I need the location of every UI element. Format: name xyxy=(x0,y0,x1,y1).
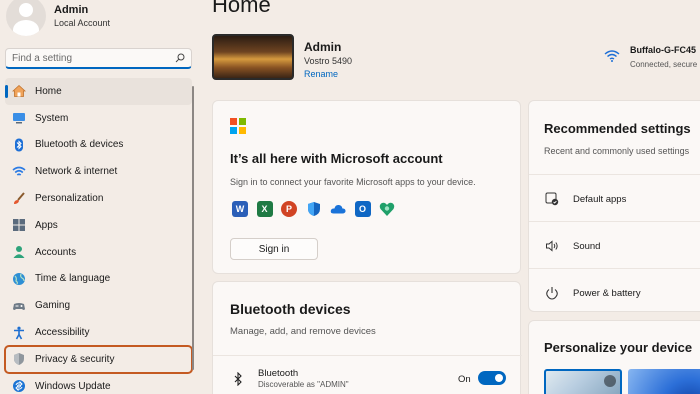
default-apps-icon xyxy=(545,192,559,206)
sidebar-item-label: Gaming xyxy=(35,300,71,312)
sidebar: Admin Local Account Home System Bl xyxy=(0,0,198,394)
page-title: Home xyxy=(212,0,271,17)
bt-card-subtitle: Manage, add, and remove devices xyxy=(230,326,376,337)
device-model: Vostro 5490 xyxy=(304,56,353,66)
word-icon: W xyxy=(232,201,248,217)
search-input[interactable] xyxy=(12,52,175,64)
rename-link[interactable]: Rename xyxy=(304,69,338,79)
recommended-item-label: Power & battery xyxy=(573,288,641,299)
account-type: Local Account xyxy=(54,18,111,28)
device-name: Admin xyxy=(304,40,342,54)
recommended-settings-card: Recommended settings Recent and commonly… xyxy=(528,100,700,312)
sidebar-item-label: Home xyxy=(35,85,62,97)
ms-app-icons: W X P O xyxy=(232,201,404,217)
recommended-title: Recommended settings xyxy=(544,121,691,136)
shield-icon xyxy=(12,352,26,366)
sidebar-item-label: Network & internet xyxy=(35,166,118,178)
powerpoint-icon: P xyxy=(281,201,297,217)
microsoft-account-card: It’s all here with Microsoft account Sig… xyxy=(212,100,521,274)
profile-name: Admin xyxy=(54,4,89,16)
network-name[interactable]: Buffalo-G-FC45 xyxy=(630,45,696,55)
sidebar-item-gaming[interactable]: Gaming xyxy=(5,292,192,319)
search-box[interactable] xyxy=(5,48,192,69)
divider xyxy=(213,355,522,356)
update-icon xyxy=(12,379,26,393)
ms-card-subtitle: Sign in to connect your favorite Microso… xyxy=(230,177,476,187)
personalize-card: Personalize your device xyxy=(528,320,700,394)
sidebar-item-label: Apps xyxy=(35,219,58,231)
bluetooth-icon xyxy=(234,372,242,386)
sidebar-item-accessibility[interactable]: Accessibility xyxy=(5,319,192,346)
brush-icon xyxy=(12,191,26,206)
theme-icon xyxy=(604,375,616,387)
sidebar-item-label: Time & language xyxy=(35,273,111,285)
bluetooth-devices-card: Bluetooth devices Manage, add, and remov… xyxy=(212,281,522,394)
sidebar-item-time-language[interactable]: Time & language xyxy=(5,266,192,293)
bluetooth-item-name: Bluetooth xyxy=(258,368,299,379)
family-icon xyxy=(379,201,395,217)
search-icon[interactable] xyxy=(175,53,185,63)
home-icon xyxy=(12,84,26,98)
recommended-item-label: Default apps xyxy=(573,194,627,205)
defender-icon xyxy=(306,201,322,217)
theme-thumbnail-selected[interactable] xyxy=(544,369,622,394)
sidebar-item-system[interactable]: System xyxy=(5,105,192,132)
sidebar-item-label: System xyxy=(35,112,69,124)
ms-card-title: It’s all here with Microsoft account xyxy=(230,151,443,166)
personalize-title: Personalize your device xyxy=(544,340,693,355)
sidebar-item-personalization[interactable]: Personalization xyxy=(5,185,192,212)
sidebar-item-network[interactable]: Network & internet xyxy=(5,158,192,185)
sidebar-item-privacy-security[interactable]: Privacy & security xyxy=(4,344,193,374)
wifi-icon xyxy=(12,165,26,179)
excel-icon: X xyxy=(256,201,273,217)
bluetooth-icon xyxy=(12,138,26,152)
network-status: Connected, secure xyxy=(630,60,698,69)
bluetooth-item-desc: Discoverable as "ADMIN" xyxy=(258,380,349,389)
bt-card-title: Bluetooth devices xyxy=(230,301,351,317)
wifi-status-icon xyxy=(604,50,620,62)
bluetooth-toggle[interactable] xyxy=(478,371,506,385)
sidebar-item-windows-update[interactable]: Windows Update xyxy=(5,373,192,394)
sidebar-item-bluetooth[interactable]: Bluetooth & devices xyxy=(5,132,192,159)
sidebar-item-label: Bluetooth & devices xyxy=(35,139,124,151)
bluetooth-toggle-label: On xyxy=(458,374,471,385)
accounts-icon xyxy=(12,245,26,259)
sidebar-item-label: Accessibility xyxy=(35,327,90,339)
sidebar-scrollbar[interactable] xyxy=(192,86,194,370)
sidebar-item-accounts[interactable]: Accounts xyxy=(5,239,192,266)
recommended-item-power[interactable]: Power & battery xyxy=(529,268,700,314)
accessibility-icon xyxy=(12,326,26,340)
theme-thumbnail[interactable] xyxy=(628,369,700,394)
apps-icon xyxy=(12,218,26,232)
recommended-subtitle: Recent and commonly used settings xyxy=(544,146,690,156)
device-wallpaper-thumbnail xyxy=(212,34,294,80)
recommended-item-sound[interactable]: Sound xyxy=(529,221,700,267)
power-icon xyxy=(546,287,558,300)
profile[interactable]: Admin Local Account xyxy=(6,0,110,36)
onedrive-icon xyxy=(330,201,346,217)
globe-icon xyxy=(12,272,26,286)
speaker-icon xyxy=(546,240,558,252)
recommended-item-label: Sound xyxy=(573,241,601,252)
system-icon xyxy=(12,111,26,125)
sidebar-item-home[interactable]: Home xyxy=(5,78,192,105)
sidebar-item-label: Windows Update xyxy=(35,380,111,392)
microsoft-logo-icon xyxy=(230,118,246,134)
sidebar-item-label: Personalization xyxy=(35,193,104,205)
sign-in-button[interactable]: Sign in xyxy=(230,238,318,260)
sidebar-item-apps[interactable]: Apps xyxy=(5,212,192,239)
recommended-item-default-apps[interactable]: Default apps xyxy=(529,174,700,220)
sidebar-item-label: Privacy & security xyxy=(35,353,115,365)
sidebar-nav: Home System Bluetooth & devices Network … xyxy=(4,78,193,394)
avatar xyxy=(6,0,46,36)
outlook-icon: O xyxy=(354,201,371,217)
gamepad-icon xyxy=(12,299,26,313)
sidebar-item-label: Accounts xyxy=(35,246,77,258)
